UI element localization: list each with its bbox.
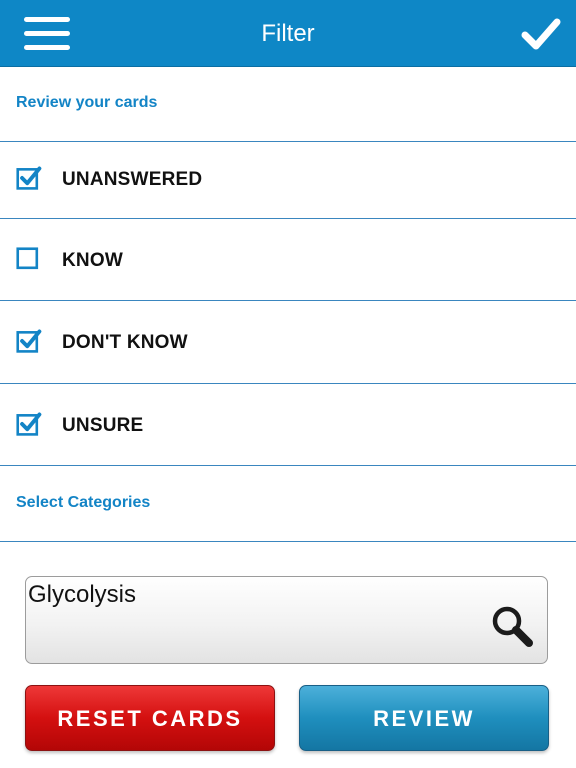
filter-row-dont-know[interactable]: DON'T KNOW [0, 301, 576, 377]
categories-section-title: Select Categories [16, 494, 151, 511]
checkbox-checked-icon[interactable] [16, 328, 42, 354]
filter-row-unsure[interactable]: UNSURE [0, 384, 576, 460]
divider [0, 465, 576, 466]
filter-label: DON'T KNOW [62, 332, 188, 353]
category-search-input[interactable] [28, 581, 468, 609]
navigation-bar: Filter [0, 0, 576, 67]
divider [0, 541, 576, 542]
filter-row-know[interactable]: KNOW [0, 219, 576, 295]
checkbox-checked-icon[interactable] [16, 165, 42, 191]
category-search-box[interactable] [25, 576, 548, 664]
filter-label: KNOW [62, 250, 123, 271]
review-button[interactable]: REVIEW [299, 685, 549, 751]
filter-label: UNSURE [62, 415, 144, 436]
checkbox-checked-icon[interactable] [16, 411, 42, 437]
magnifier-icon[interactable] [489, 603, 535, 649]
filter-screen: Filter Review your cards UNANSWERED KNOW [0, 0, 576, 768]
checkmark-icon [521, 18, 561, 50]
reset-cards-button[interactable]: RESET CARDS [25, 685, 275, 751]
review-section-title: Review your cards [16, 94, 158, 111]
done-button[interactable] [520, 16, 562, 52]
filter-label: UNANSWERED [62, 169, 203, 190]
page-title: Filter [261, 20, 315, 47]
checkbox-unchecked-icon[interactable] [16, 247, 42, 273]
filter-row-unanswered[interactable]: UNANSWERED [0, 142, 576, 218]
